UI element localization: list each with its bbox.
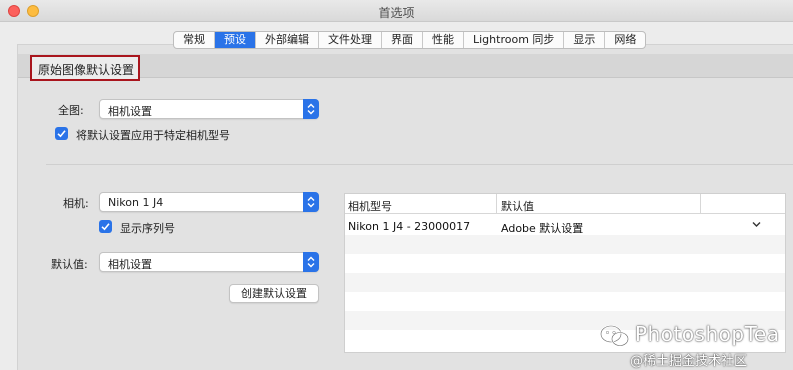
section-title: 原始图像默认设置 xyxy=(38,63,135,77)
tab-display[interactable]: 显示 xyxy=(564,32,606,48)
title-bar: 首选项 xyxy=(0,0,793,22)
show-serial-label: 显示序列号 xyxy=(120,222,175,235)
preferences-tabs: 常规 预设 外部编辑 文件处理 界面 性能 Lightroom 同步 显示 网络 xyxy=(173,31,647,49)
column-separator xyxy=(496,194,497,214)
default-select-value: 相机设置 xyxy=(108,258,152,271)
updown-arrows-icon xyxy=(303,99,319,119)
tab-network[interactable]: 网络 xyxy=(605,32,645,48)
checkmark-icon xyxy=(57,130,66,138)
tab-lightroom-sync[interactable]: Lightroom 同步 xyxy=(464,32,565,48)
table-header: 相机型号 默认值 xyxy=(345,194,785,214)
tab-interface[interactable]: 界面 xyxy=(382,32,423,48)
chevron-down-icon[interactable] xyxy=(752,221,761,228)
watermark-name: PhotoshopTea xyxy=(635,322,780,346)
wechat-icon xyxy=(600,325,629,347)
section-divider xyxy=(46,164,793,165)
column-header-model[interactable]: 相机型号 xyxy=(348,198,392,214)
default-select[interactable]: 相机设置 xyxy=(99,252,319,272)
apply-camera-checkbox[interactable] xyxy=(55,127,68,140)
tab-file-handling[interactable]: 文件处理 xyxy=(319,32,382,48)
table-row xyxy=(345,273,785,292)
checkmark-icon xyxy=(101,223,110,231)
global-label: 全图: xyxy=(58,104,84,117)
global-select[interactable]: 相机设置 xyxy=(99,99,319,119)
column-separator xyxy=(700,194,701,214)
updown-arrows-icon xyxy=(303,252,319,272)
table-cell-model: Nikon 1 J4 - 23000017 xyxy=(348,220,471,233)
apply-camera-label: 将默认设置应用于特定相机型号 xyxy=(76,129,230,142)
table-row[interactable]: Nikon 1 J4 - 23000017 Adobe 默认设置 xyxy=(345,216,785,235)
column-header-default[interactable]: 默认值 xyxy=(501,198,534,214)
table-row xyxy=(345,254,785,273)
create-default-button[interactable]: 创建默认设置 xyxy=(229,284,319,303)
table-cell-default[interactable]: Adobe 默认设置 xyxy=(501,220,583,236)
section-title-highlight: 原始图像默认设置 xyxy=(30,55,140,81)
watermark: PhotoshopTea @稀土掘金技术社区 xyxy=(600,320,793,370)
camera-select-value: Nikon 1 J4 xyxy=(108,196,164,209)
table-row xyxy=(345,292,785,311)
global-select-value: 相机设置 xyxy=(108,105,152,118)
watermark-site: @稀土掘金技术社区 xyxy=(630,354,748,369)
window-title: 首选项 xyxy=(378,6,415,20)
updown-arrows-icon xyxy=(303,192,319,212)
camera-label: 相机: xyxy=(63,197,89,210)
table-row xyxy=(345,235,785,254)
tab-performance[interactable]: 性能 xyxy=(423,32,464,48)
tab-external-editing[interactable]: 外部编辑 xyxy=(256,32,319,48)
default-label: 默认值: xyxy=(51,258,88,271)
show-serial-checkbox[interactable] xyxy=(99,220,112,233)
camera-select[interactable]: Nikon 1 J4 xyxy=(99,192,319,212)
tab-presets[interactable]: 预设 xyxy=(215,32,256,48)
tab-general[interactable]: 常规 xyxy=(174,32,215,48)
